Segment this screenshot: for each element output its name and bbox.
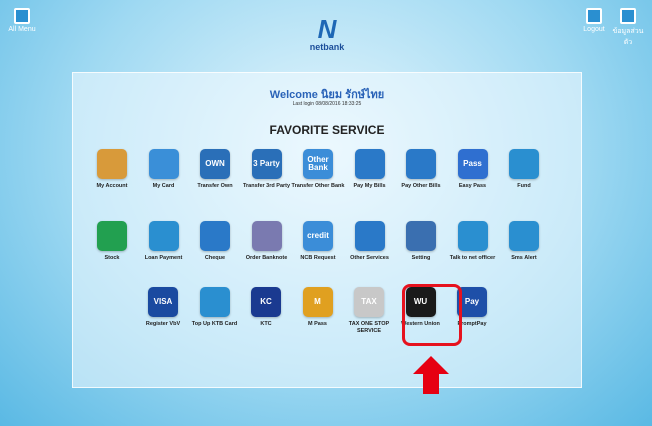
other-services-icon bbox=[354, 221, 385, 251]
netbank-logo-mark-icon: N bbox=[317, 14, 337, 44]
section-title: FAVORITE SERVICE bbox=[269, 123, 385, 137]
fund-icon bbox=[509, 149, 539, 179]
banknote-icon bbox=[251, 221, 282, 251]
ncb-icon-text: credit bbox=[307, 231, 329, 240]
favorite-service-panel: Welcome นิยม รักษ์ไทย Last login 08/08/2… bbox=[72, 72, 582, 388]
transfer-other-bank-icon: Other Bank bbox=[303, 149, 333, 179]
user-profile-label: ข้อมูลส่วนตัว bbox=[612, 28, 644, 46]
tax-icon: TAX bbox=[354, 287, 384, 317]
logout-label: Logout bbox=[583, 26, 605, 33]
service-tile-sms-alert[interactable]: Sms Alert bbox=[492, 221, 556, 262]
mpass-icon: M bbox=[302, 287, 333, 317]
ktc-icon-text: KC bbox=[260, 297, 272, 306]
user-profile-button[interactable]: ข้อมูลส่วนตัว bbox=[610, 8, 646, 48]
topup-icon bbox=[199, 287, 230, 317]
menu-icon bbox=[14, 8, 30, 24]
stock-icon bbox=[97, 221, 127, 251]
western-union-highlight bbox=[402, 284, 462, 346]
logout-icon bbox=[586, 8, 602, 24]
up-arrow-icon bbox=[411, 356, 451, 398]
visa-icon-text: VISA bbox=[153, 297, 173, 306]
service-label: Fund bbox=[517, 183, 531, 189]
service-label: Sms Alert bbox=[511, 255, 537, 261]
talk-officer-icon bbox=[457, 221, 488, 251]
netbank-logo-text: netbank bbox=[309, 42, 345, 52]
setting-icon bbox=[406, 221, 436, 251]
all-menu-button[interactable]: All Menu bbox=[4, 8, 40, 33]
logout-button[interactable]: Logout bbox=[576, 8, 612, 33]
netbank-logo: N netbank bbox=[296, 16, 358, 56]
service-tile-fund[interactable]: Fund bbox=[492, 149, 556, 190]
cheque-icon bbox=[200, 221, 230, 251]
transfer-3rd-icon: 3 Party bbox=[251, 149, 282, 179]
ncb-icon: credit bbox=[303, 221, 333, 251]
loan-payment-icon bbox=[148, 221, 179, 251]
card-icon bbox=[148, 149, 179, 179]
ktc-icon: KC bbox=[251, 287, 281, 317]
transfer-3rd-icon-text: 3 Party bbox=[253, 159, 280, 168]
last-login: Last login 08/08/2016 18:33:25 bbox=[292, 101, 362, 107]
sms-alert-icon bbox=[509, 221, 539, 251]
pay-other-bills-icon bbox=[406, 149, 436, 179]
user-icon bbox=[620, 8, 636, 24]
all-menu-label: All Menu bbox=[8, 26, 36, 33]
transfer-other-bank-icon-text: Other Bank bbox=[307, 155, 329, 172]
promptpay-icon-text: Pay bbox=[464, 297, 480, 306]
easy-pass-icon-text: Pass bbox=[463, 159, 482, 168]
visa-icon: VISA bbox=[148, 287, 178, 317]
pay-bills-icon bbox=[354, 149, 385, 179]
tax-icon-text: TAX bbox=[361, 297, 377, 306]
transfer-own-icon-text: OWN bbox=[205, 159, 225, 168]
wallet-icon bbox=[97, 149, 127, 179]
top-bar: All Menu N netbank Logout ข้อมูลส่วนตัว bbox=[0, 0, 652, 60]
easy-pass-icon: Pass bbox=[457, 149, 488, 179]
mpass-icon-text: M bbox=[314, 297, 321, 306]
transfer-own-icon: OWN bbox=[200, 149, 230, 179]
